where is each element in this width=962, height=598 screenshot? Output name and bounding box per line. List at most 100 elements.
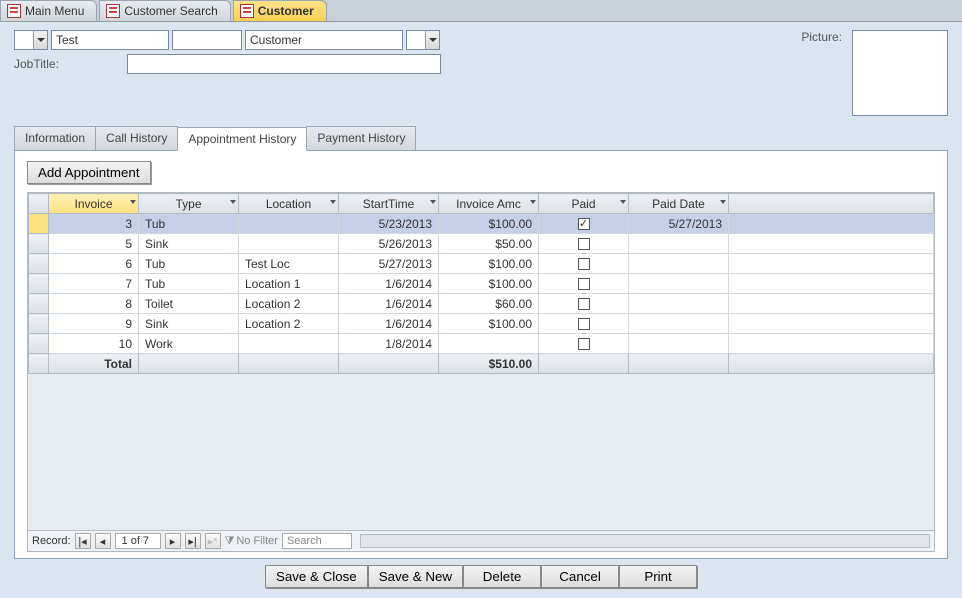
row-selector[interactable] <box>29 214 49 234</box>
cell-starttime[interactable]: 5/23/2013 <box>339 214 439 234</box>
row-selector[interactable] <box>29 234 49 254</box>
record-position[interactable]: 1 of 7 <box>115 533 161 549</box>
cell-type[interactable]: Sink <box>139 314 239 334</box>
cell-paid-date[interactable] <box>629 234 729 254</box>
cell-amount[interactable]: $100.00 <box>439 214 539 234</box>
cell-type[interactable]: Tub <box>139 214 239 234</box>
cell-paid-date[interactable] <box>629 334 729 354</box>
cell-paid-date[interactable] <box>629 274 729 294</box>
cell-type[interactable]: Work <box>139 334 239 354</box>
cell-paid-date[interactable] <box>629 294 729 314</box>
horizontal-scrollbar[interactable] <box>360 534 930 548</box>
cell-starttime[interactable]: 5/26/2013 <box>339 234 439 254</box>
cell-location[interactable]: Location 2 <box>239 314 339 334</box>
checkbox-icon[interactable] <box>578 298 590 310</box>
cell-invoice[interactable]: 6 <box>49 254 139 274</box>
cell-location[interactable] <box>239 334 339 354</box>
table-row[interactable]: 3Tub 5/23/2013$100.00 5/27/2013 <box>29 214 934 234</box>
cell-amount[interactable]: $100.00 <box>439 274 539 294</box>
cell-paid-date[interactable]: 5/27/2013 <box>629 214 729 234</box>
window-tab-customer-search[interactable]: Customer Search <box>99 0 230 21</box>
cell-invoice[interactable]: 9 <box>49 314 139 334</box>
cell-starttime[interactable]: 1/6/2014 <box>339 314 439 334</box>
column-header-invoice[interactable]: Invoice <box>49 194 139 214</box>
row-selector[interactable] <box>29 294 49 314</box>
cell-location[interactable]: Location 1 <box>239 274 339 294</box>
nav-prev-button[interactable]: ◂ <box>95 533 111 549</box>
cell-paid[interactable] <box>539 334 629 354</box>
cell-paid[interactable] <box>539 294 629 314</box>
cell-paid[interactable] <box>539 234 629 254</box>
table-row[interactable]: 5Sink 5/26/2013$50.00 <box>29 234 934 254</box>
window-tab-customer[interactable]: Customer <box>233 0 327 21</box>
cell-paid[interactable] <box>539 314 629 334</box>
column-header-location[interactable]: Location <box>239 194 339 214</box>
cell-location[interactable] <box>239 214 339 234</box>
picture-box[interactable] <box>852 30 948 116</box>
cell-location[interactable]: Test Loc <box>239 254 339 274</box>
cell-location[interactable]: Location 2 <box>239 294 339 314</box>
row-selector[interactable] <box>29 314 49 334</box>
cell-amount[interactable]: $60.00 <box>439 294 539 314</box>
nav-first-button[interactable]: |◂ <box>75 533 91 549</box>
cell-paid-date[interactable] <box>629 314 729 334</box>
table-row[interactable]: 9SinkLocation 21/6/2014$100.00 <box>29 314 934 334</box>
checkbox-icon[interactable] <box>578 318 590 330</box>
tab-payment-history[interactable]: Payment History <box>306 126 416 150</box>
column-header-invoice-amc[interactable]: Invoice Amc <box>439 194 539 214</box>
table-row[interactable]: 10Work 1/8/2014 <box>29 334 934 354</box>
column-header-paid[interactable]: Paid <box>539 194 629 214</box>
table-row[interactable]: 7TubLocation 11/6/2014$100.00 <box>29 274 934 294</box>
cell-invoice[interactable]: 3 <box>49 214 139 234</box>
middle-name-input[interactable] <box>172 30 242 50</box>
row-selector[interactable] <box>29 274 49 294</box>
cell-invoice[interactable]: 8 <box>49 294 139 314</box>
table-row[interactable]: 8ToiletLocation 21/6/2014$60.00 <box>29 294 934 314</box>
row-selector[interactable] <box>29 334 49 354</box>
tab-appointment-history[interactable]: Appointment History <box>177 127 307 151</box>
first-name-input[interactable]: Test <box>51 30 169 50</box>
cell-invoice[interactable]: 10 <box>49 334 139 354</box>
row-selector-header[interactable] <box>29 194 49 214</box>
window-tab-main-menu[interactable]: Main Menu <box>0 0 97 21</box>
checkbox-icon[interactable] <box>578 218 590 230</box>
suffix-combo[interactable] <box>406 30 440 50</box>
cell-amount[interactable]: $50.00 <box>439 234 539 254</box>
tab-information[interactable]: Information <box>14 126 96 150</box>
row-selector[interactable] <box>29 254 49 274</box>
cell-paid[interactable] <box>539 214 629 234</box>
column-header-starttime[interactable]: StartTime <box>339 194 439 214</box>
cell-paid[interactable] <box>539 254 629 274</box>
print-button[interactable]: Print <box>619 565 697 588</box>
add-appointment-button[interactable]: Add Appointment <box>27 161 151 184</box>
save-new-button[interactable]: Save & New <box>368 565 463 588</box>
nav-last-button[interactable]: ▸| <box>185 533 201 549</box>
cell-starttime[interactable]: 1/6/2014 <box>339 274 439 294</box>
cell-invoice[interactable]: 7 <box>49 274 139 294</box>
column-header-paid-date[interactable]: Paid Date <box>629 194 729 214</box>
nav-next-button[interactable]: ▸ <box>165 533 181 549</box>
cell-amount[interactable]: $100.00 <box>439 314 539 334</box>
cancel-button[interactable]: Cancel <box>541 565 619 588</box>
cell-starttime[interactable]: 1/8/2014 <box>339 334 439 354</box>
tab-call-history[interactable]: Call History <box>95 126 178 150</box>
delete-button[interactable]: Delete <box>463 565 541 588</box>
nav-new-button[interactable]: ▸* <box>205 533 221 549</box>
last-name-input[interactable]: Customer <box>245 30 403 50</box>
cell-type[interactable]: Tub <box>139 274 239 294</box>
table-row[interactable]: 6TubTest Loc5/27/2013$100.00 <box>29 254 934 274</box>
cell-location[interactable] <box>239 234 339 254</box>
jobtitle-input[interactable] <box>127 54 441 74</box>
search-input[interactable]: Search <box>282 533 352 549</box>
title-combo[interactable] <box>14 30 48 50</box>
cell-starttime[interactable]: 5/27/2013 <box>339 254 439 274</box>
cell-amount[interactable]: $100.00 <box>439 254 539 274</box>
checkbox-icon[interactable] <box>578 338 590 350</box>
cell-paid-date[interactable] <box>629 254 729 274</box>
cell-type[interactable]: Tub <box>139 254 239 274</box>
cell-type[interactable]: Sink <box>139 234 239 254</box>
checkbox-icon[interactable] <box>578 278 590 290</box>
checkbox-icon[interactable] <box>578 258 590 270</box>
column-header-type[interactable]: Type <box>139 194 239 214</box>
cell-invoice[interactable]: 5 <box>49 234 139 254</box>
